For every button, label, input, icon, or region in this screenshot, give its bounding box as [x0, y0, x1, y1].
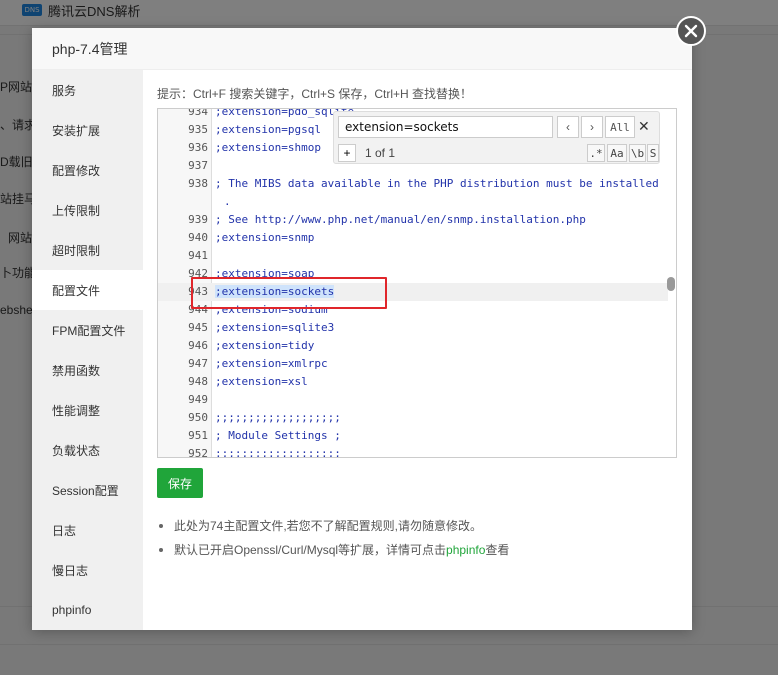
close-search-icon[interactable]: ✕ [638, 118, 650, 135]
config-file-panel: 提示：Ctrl+F 搜索关键字，Ctrl+S 保存，Ctrl+H 查找替换！ 9… [157, 70, 677, 557]
editor-scrollbar[interactable] [666, 109, 676, 457]
chevron-right-icon: › [590, 120, 594, 134]
annotation-highlight-box [191, 277, 387, 309]
sidebar-item-session-config[interactable]: Session配置 [32, 470, 143, 510]
sidebar-item-install-extension[interactable]: 安装扩展 [32, 110, 143, 150]
regex-toggle[interactable]: .* [587, 144, 605, 162]
find-previous-button[interactable]: ‹ [557, 116, 579, 138]
note-item: 此处为74主配置文件,若您不了解配置规则,请勿随意修改。 [157, 518, 677, 542]
code-line[interactable]: 949 [158, 391, 668, 409]
code-line[interactable]: 940 ;extension=snmp [158, 229, 668, 247]
code-line[interactable]: 945 ;extension=sqlite3 [158, 319, 668, 337]
notes-list: 此处为74主配置文件,若您不了解配置规则,请勿随意修改。 默认已开启Openss… [157, 518, 677, 566]
sidebar-item-log[interactable]: 日志 [32, 510, 143, 550]
search-in-selection-toggle[interactable]: S [647, 144, 659, 162]
sidebar-item-config-edit[interactable]: 配置修改 [32, 150, 143, 190]
code-line[interactable]: 947 ;extension=xmlrpc [158, 355, 668, 373]
case-sensitive-toggle[interactable]: Aa [607, 144, 627, 162]
modal-title: php-7.4管理 [32, 28, 692, 70]
sidebar-item-config-file[interactable]: 配置文件 [32, 270, 143, 310]
find-all-button[interactable]: All [605, 116, 635, 138]
sidebar-item-slow-log[interactable]: 慢日志 [32, 550, 143, 590]
sidebar-item-performance[interactable]: 性能调整 [32, 390, 143, 430]
sidebar-item-timeout-limit[interactable]: 超时限制 [32, 230, 143, 270]
code-line[interactable]: 952;;;;;;;;;;;;;;;;;;; [158, 445, 668, 457]
scrollbar-thumb[interactable] [667, 277, 675, 291]
code-line[interactable]: 951; Module Settings ; [158, 427, 668, 445]
sidebar-item-service[interactable]: 服务 [32, 70, 143, 110]
note-item: 默认已开启Openssl/Curl/Mysql等扩展，详情可点击phpinfo查… [157, 542, 677, 566]
phpinfo-link[interactable]: phpinfo [446, 543, 485, 557]
save-button[interactable]: 保存 [157, 468, 203, 498]
sidebar-item-load-status[interactable]: 负载状态 [32, 430, 143, 470]
code-line[interactable]: 938; The MIBS data available in the PHP … [158, 175, 668, 193]
close-icon [684, 24, 698, 38]
search-input[interactable]: extension=sockets [338, 116, 553, 138]
sidebar-item-upload-limit[interactable]: 上传限制 [32, 190, 143, 230]
whole-word-toggle[interactable]: \b [629, 144, 646, 162]
php-manager-modal: php-7.4管理 服务 安装扩展 配置修改 上传限制 超时限制 配置文件 FP… [32, 28, 692, 630]
toggle-replace-button[interactable]: + [338, 144, 356, 162]
search-result-count: 1 of 1 [365, 146, 396, 160]
shortcut-hint: 提示：Ctrl+F 搜索关键字，Ctrl+S 保存，Ctrl+H 查找替换！ [157, 87, 473, 101]
code-line[interactable]: 941 [158, 247, 668, 265]
modal-sidebar: 服务 安装扩展 配置修改 上传限制 超时限制 配置文件 FPM配置文件 禁用函数… [32, 70, 143, 630]
sidebar-item-fpm-config[interactable]: FPM配置文件 [32, 310, 143, 350]
sidebar-item-phpinfo[interactable]: phpinfo [32, 590, 143, 630]
search-panel: extension=sockets ‹ › All ✕ + 1 of 1 .* … [333, 111, 660, 164]
chevron-left-icon: ‹ [566, 120, 570, 134]
close-modal-button[interactable] [676, 16, 706, 46]
find-next-button[interactable]: › [581, 116, 603, 138]
code-line[interactable]: 948 ;extension=xsl [158, 373, 668, 391]
code-line[interactable]: 950;;;;;;;;;;;;;;;;;;; [158, 409, 668, 427]
code-line[interactable]: 939; See http://www.php.net/manual/en/sn… [158, 211, 668, 229]
sidebar-item-disabled-functions[interactable]: 禁用函数 [32, 350, 143, 390]
code-line[interactable]: 946 ;extension=tidy [158, 337, 668, 355]
code-line-wrap: . [224, 195, 231, 208]
